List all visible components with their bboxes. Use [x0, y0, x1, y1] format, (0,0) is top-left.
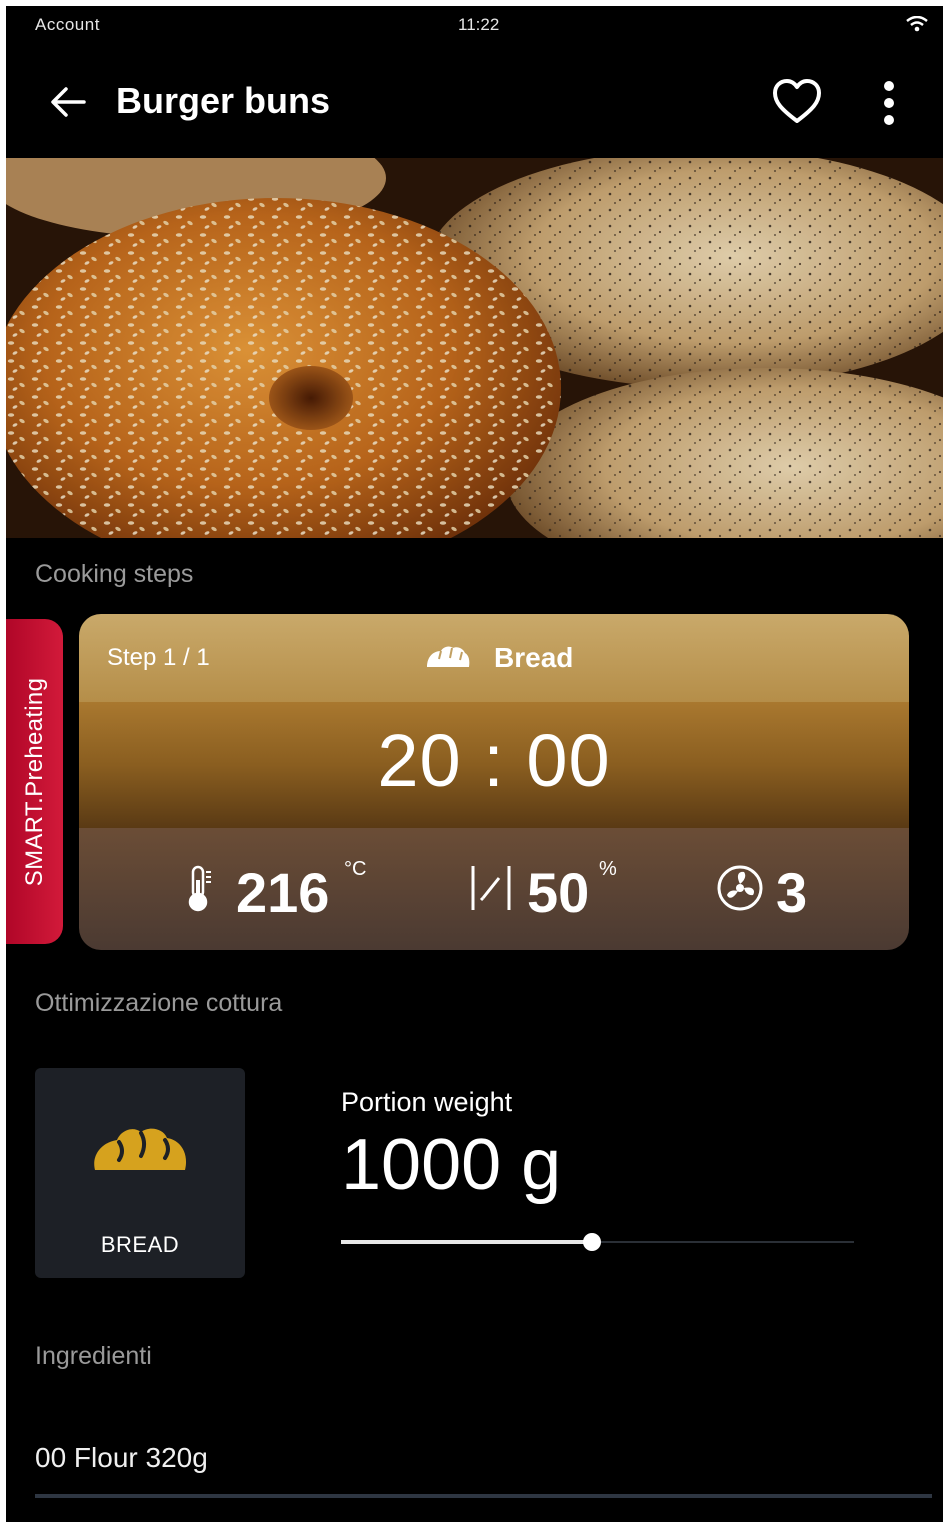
slider-fill: [341, 1240, 593, 1244]
program-name: Bread: [494, 642, 574, 673]
portion-weight-value: 1000 g: [341, 1125, 562, 1205]
thermometer-icon: [188, 865, 211, 912]
bread-category-tile[interactable]: BREAD: [35, 1068, 245, 1278]
temperature-unit: °C: [344, 858, 367, 880]
step-params-panel: 216 °C 50 % 3: [79, 828, 909, 950]
step-counter: Step 1 / 1: [107, 644, 210, 671]
smart-preheating-label: SMART.Preheating: [20, 677, 48, 886]
clock: 11:22: [458, 15, 500, 34]
fan-icon: [717, 865, 763, 911]
cooking-step-card[interactable]: Step 1 / 1 Bread 20 : 00 216 °C 50 % 3: [79, 614, 909, 950]
ingredient-divider: [35, 1494, 932, 1498]
step-time-panel: 20 : 00: [79, 702, 909, 828]
fan-value: 3: [776, 861, 808, 924]
bread-tile-label: BREAD: [100, 1232, 180, 1257]
account-label: Account: [35, 15, 100, 34]
step-time: 20 : 00: [377, 719, 611, 802]
smart-preheating-tab[interactable]: SMART.Preheating: [6, 619, 63, 944]
page-title: Burger buns: [116, 80, 331, 121]
wifi-icon: [906, 16, 928, 32]
app-screen: Account 11:22 Burger buns Cooking steps …: [6, 6, 943, 1522]
humidity-valve-icon: [471, 866, 511, 910]
recipe-hero-image: [6, 158, 943, 538]
humidity-value: 50: [527, 861, 590, 924]
humidity-unit: %: [599, 858, 617, 880]
back-arrow-icon[interactable]: [48, 82, 88, 122]
portion-weight-slider[interactable]: [341, 1231, 854, 1255]
portion-weight-label: Portion weight: [341, 1087, 513, 1117]
section-optimization: Ottimizzazione cottura: [35, 989, 283, 1017]
status-bar: Account 11:22: [6, 6, 943, 46]
more-vert-icon[interactable]: [876, 80, 902, 126]
temperature-value: 216: [236, 861, 330, 924]
humidity-param: 50 %: [469, 858, 649, 924]
slider-thumb[interactable]: [583, 1233, 602, 1251]
bread-program-icon: [427, 646, 470, 667]
section-cooking-steps: Cooking steps: [35, 560, 194, 588]
temperature-param: 216 °C: [184, 858, 384, 924]
ingredient-item: 00 Flour 320g: [35, 1442, 208, 1473]
bread-icon: [94, 1128, 187, 1170]
step-card-header: Step 1 / 1 Bread: [79, 614, 909, 702]
section-ingredients: Ingredienti: [35, 1342, 152, 1370]
fan-param: 3: [716, 858, 836, 924]
app-header: Burger buns: [6, 46, 943, 158]
heart-icon[interactable]: [771, 78, 823, 126]
